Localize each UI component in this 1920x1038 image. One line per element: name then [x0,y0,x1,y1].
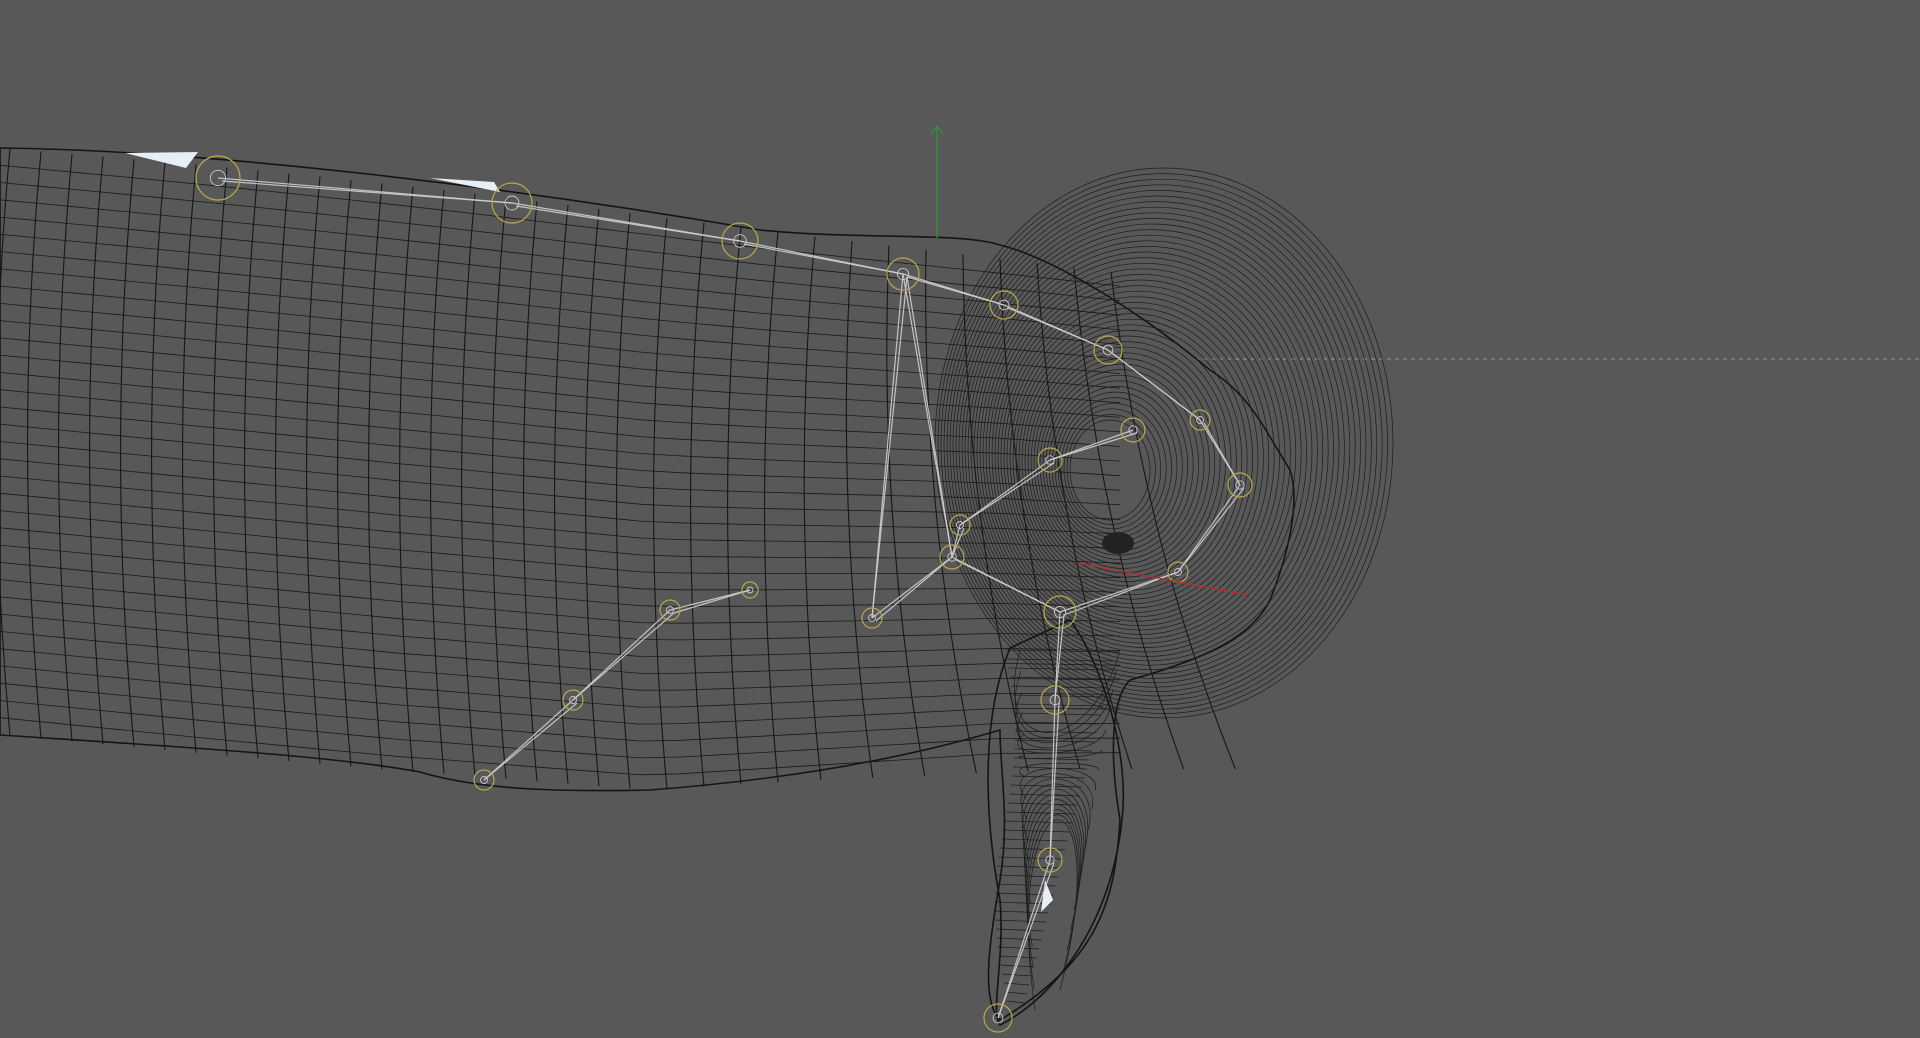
fin-rung [995,919,1047,923]
rig-bone [572,609,671,701]
fin-rung [1007,1000,1025,1004]
head-mesh-contour [970,234,1329,666]
rig-bone-edge [1177,487,1245,573]
eye-socket [1102,532,1134,554]
fin-marker [1041,880,1053,912]
body-outline [0,147,1295,1022]
mesh-loop [0,320,1121,418]
mesh-loop [0,372,1121,462]
dorsal-marker-1 [125,152,198,168]
rig-bone [483,699,574,781]
fin-rung [995,910,1049,914]
head-mesh-contour [934,167,1394,719]
mesh-loop [0,337,1121,433]
rig-bone [1177,484,1241,573]
mesh-loop [0,700,1120,759]
rig-bone-edge [743,243,904,275]
dorsal-marker-2 [430,178,500,192]
head-mesh-contour [979,251,1313,653]
rig-bone-edge [673,589,751,614]
rig-bone [871,556,953,619]
head-mesh-contour [1060,402,1167,534]
mesh-loop [0,182,1121,302]
fin-rung [996,937,1042,941]
mesh-loop [0,354,1121,447]
mesh-loop [0,562,1121,624]
head-mesh-contour [949,195,1367,697]
rig-bone-edge [871,276,908,619]
fin-rung [1001,838,1068,842]
rig-bone-edge [1007,307,1109,351]
rig-bone [669,589,751,611]
3d-viewport[interactable] [0,0,1920,1038]
rig-bone-edge [483,702,578,781]
whale-mesh-wireframe[interactable] [0,147,1394,1027]
fin-rung [997,946,1039,950]
rig-bone-edge [906,276,1005,306]
scene-canvas[interactable] [0,0,1920,1038]
body-mesh-grid [0,148,1236,790]
mesh-loop [0,199,1121,316]
move-gizmo[interactable] [930,124,1249,596]
head-mesh-contour [1069,419,1151,521]
mesh-loop [0,268,1121,374]
fin-rung [1009,793,1080,797]
fin-rung [1003,982,1030,986]
mesh-loop [0,389,1121,477]
fin-rung [1005,991,1027,995]
head-mesh-contour [988,268,1297,640]
head-mesh-contour [1006,302,1264,613]
head-mesh-contour [967,229,1334,670]
fin-rung [1002,973,1032,977]
rig-bone [871,273,904,619]
head-dense-mesh [934,167,1394,719]
rig-bone [1049,429,1134,461]
fin-rung [997,865,1061,869]
head-mesh-contour [958,212,1351,684]
head-mesh-contour [1051,386,1183,547]
fin-loop [1026,809,1080,968]
fin-rung [995,928,1044,932]
head-mesh-contour [1063,408,1162,530]
